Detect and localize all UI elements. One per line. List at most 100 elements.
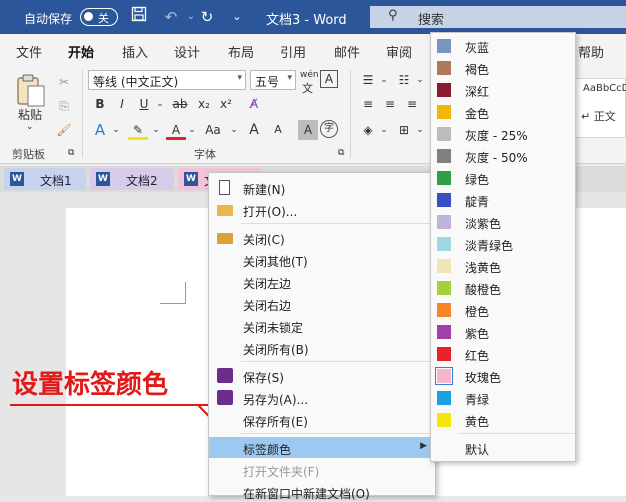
- doc-tab-label: 文档1: [40, 174, 72, 188]
- enclose-characters-icon[interactable]: 字: [320, 120, 338, 138]
- margin-corner-mark: [160, 282, 186, 304]
- change-case-button[interactable]: Aa: [200, 120, 226, 140]
- color-swatch: [437, 127, 451, 141]
- color-item-light-yellow[interactable]: 浅黄色: [431, 255, 575, 277]
- font-name-combo[interactable]: 等线 (中文正文) ▾: [88, 70, 246, 90]
- menu-separator: [241, 361, 435, 362]
- chevron-down-icon[interactable]: ⌄: [410, 70, 430, 90]
- menu-item-close-others[interactable]: 关闭其他(T): [209, 249, 435, 270]
- tab-layout[interactable]: 布局: [228, 42, 254, 61]
- cut-icon[interactable]: ✂: [54, 72, 74, 92]
- strikethrough-button[interactable]: ab: [170, 94, 190, 114]
- bold-button[interactable]: B: [90, 94, 110, 114]
- color-swatch: [437, 259, 451, 273]
- menu-item-close-right[interactable]: 关闭右边: [209, 293, 435, 314]
- underline-dropdown-icon[interactable]: ⌄: [150, 94, 170, 114]
- menu-item-save-as[interactable]: 另存为(A)...: [209, 387, 435, 408]
- paste-dropdown-icon[interactable]: ⌄: [26, 122, 34, 132]
- menu-item-close-unlocked[interactable]: 关闭未锁定: [209, 315, 435, 336]
- tab-mailings[interactable]: 邮件: [334, 42, 360, 61]
- menu-item-new-window-doc[interactable]: 在新窗口中新建文档(O): [209, 481, 435, 502]
- color-item-purple[interactable]: 紫色: [431, 321, 575, 343]
- menu-item-close[interactable]: 关闭(C): [209, 227, 435, 248]
- character-border-icon[interactable]: A: [320, 70, 338, 88]
- menu-separator: [459, 433, 575, 434]
- menu-item-tab-color[interactable]: 标签颜色 ▶: [209, 437, 435, 458]
- color-item-yellow[interactable]: 黄色: [431, 409, 575, 431]
- clipboard-launcher-icon[interactable]: ⧉: [68, 148, 74, 158]
- folder-open-icon: [217, 205, 233, 216]
- color-item-default[interactable]: 默认: [431, 437, 575, 459]
- tab-design[interactable]: 设计: [174, 42, 200, 61]
- color-item-dark-red[interactable]: 深红: [431, 79, 575, 101]
- subscript-button[interactable]: x₂: [194, 94, 214, 114]
- tab-file[interactable]: 文件: [16, 42, 42, 61]
- chevron-down-icon[interactable]: ⌄: [182, 120, 202, 140]
- doc-tab-1[interactable]: W 文档1: [4, 168, 86, 190]
- color-item-green[interactable]: 绿色: [431, 167, 575, 189]
- search-box[interactable]: ⚲ 搜索: [370, 6, 626, 28]
- highlight-icon[interactable]: ✎: [128, 120, 148, 140]
- tab-review[interactable]: 审阅: [386, 42, 412, 61]
- align-center-icon[interactable]: ≡: [380, 94, 400, 114]
- superscript-button[interactable]: x²: [216, 94, 236, 114]
- menu-item-new[interactable]: 新建(N): [209, 177, 435, 198]
- menu-item-label: 关闭左边: [243, 277, 292, 291]
- color-label: 淡紫色: [465, 217, 502, 231]
- style-name-text: 正文: [593, 110, 616, 123]
- tab-help[interactable]: 帮助: [578, 42, 604, 61]
- format-painter-icon[interactable]: 🖌: [54, 120, 74, 140]
- chevron-down-icon[interactable]: ⌄: [224, 120, 244, 140]
- save-icon[interactable]: [128, 6, 150, 28]
- font-size-combo[interactable]: 五号 ▾: [250, 70, 296, 90]
- autosave-toggle[interactable]: 关: [80, 8, 118, 26]
- chevron-down-icon[interactable]: ⌄: [374, 70, 394, 90]
- tab-references[interactable]: 引用: [280, 42, 306, 61]
- chevron-down-icon[interactable]: ⌄: [106, 120, 126, 140]
- clear-formatting-icon[interactable]: A̸: [244, 94, 264, 114]
- color-item-gray50[interactable]: 灰度 - 50%: [431, 145, 575, 167]
- color-item-rose[interactable]: 玫瑰色: [431, 365, 575, 387]
- copy-icon[interactable]: ⎘: [54, 96, 74, 116]
- color-item-light-teal[interactable]: 淡青绿色: [431, 233, 575, 255]
- chevron-down-icon[interactable]: ⌄: [146, 120, 166, 140]
- phonetic-guide-label[interactable]: wén: [300, 70, 319, 80]
- search-label: 搜索: [418, 13, 445, 28]
- shrink-font-button[interactable]: A: [268, 120, 288, 140]
- color-item-orange[interactable]: 橙色: [431, 299, 575, 321]
- color-label: 红色: [465, 349, 490, 363]
- align-left-icon[interactable]: ≡: [358, 94, 378, 114]
- color-item-indigo[interactable]: 靛青: [431, 189, 575, 211]
- color-item-red[interactable]: 红色: [431, 343, 575, 365]
- redo-icon[interactable]: ↻: [196, 6, 218, 28]
- doc-tab-2[interactable]: W 文档2: [90, 168, 174, 190]
- color-swatch: [437, 105, 451, 119]
- color-item-graybule[interactable]: 灰蓝: [431, 35, 575, 57]
- italic-button[interactable]: I: [112, 94, 132, 114]
- menu-item-open[interactable]: 打开(O)...: [209, 199, 435, 220]
- menu-item-close-left[interactable]: 关闭左边: [209, 271, 435, 292]
- tab-insert[interactable]: 插入: [122, 42, 148, 61]
- color-item-teal[interactable]: 青绿: [431, 387, 575, 409]
- undo-icon[interactable]: ↶: [160, 6, 182, 28]
- color-item-lime[interactable]: 酸橙色: [431, 277, 575, 299]
- color-item-gold[interactable]: 金色: [431, 101, 575, 123]
- paste-icon[interactable]: [14, 72, 48, 107]
- color-item-lavender[interactable]: 淡紫色: [431, 211, 575, 233]
- color-label: 褐色: [465, 63, 490, 77]
- chevron-down-icon[interactable]: ⌄: [374, 120, 394, 140]
- paste-label[interactable]: 粘贴: [18, 106, 42, 123]
- customize-toolbar-icon[interactable]: ⌄: [226, 6, 248, 28]
- color-label: 玫瑰色: [465, 371, 502, 385]
- tab-home[interactable]: 开始: [68, 42, 95, 66]
- character-shading-icon[interactable]: A: [298, 120, 318, 140]
- menu-item-close-all[interactable]: 关闭所有(B): [209, 337, 435, 358]
- menu-item-save-all[interactable]: 保存所有(E): [209, 409, 435, 430]
- grow-font-button[interactable]: A: [244, 120, 264, 140]
- color-item-brown[interactable]: 褐色: [431, 57, 575, 79]
- font-launcher-icon[interactable]: ⧉: [338, 148, 344, 158]
- color-item-gray25[interactable]: 灰度 - 25%: [431, 123, 575, 145]
- align-right-icon[interactable]: ≡: [402, 94, 422, 114]
- chevron-down-icon[interactable]: ⌄: [410, 120, 430, 140]
- menu-item-save[interactable]: 保存(S): [209, 365, 435, 386]
